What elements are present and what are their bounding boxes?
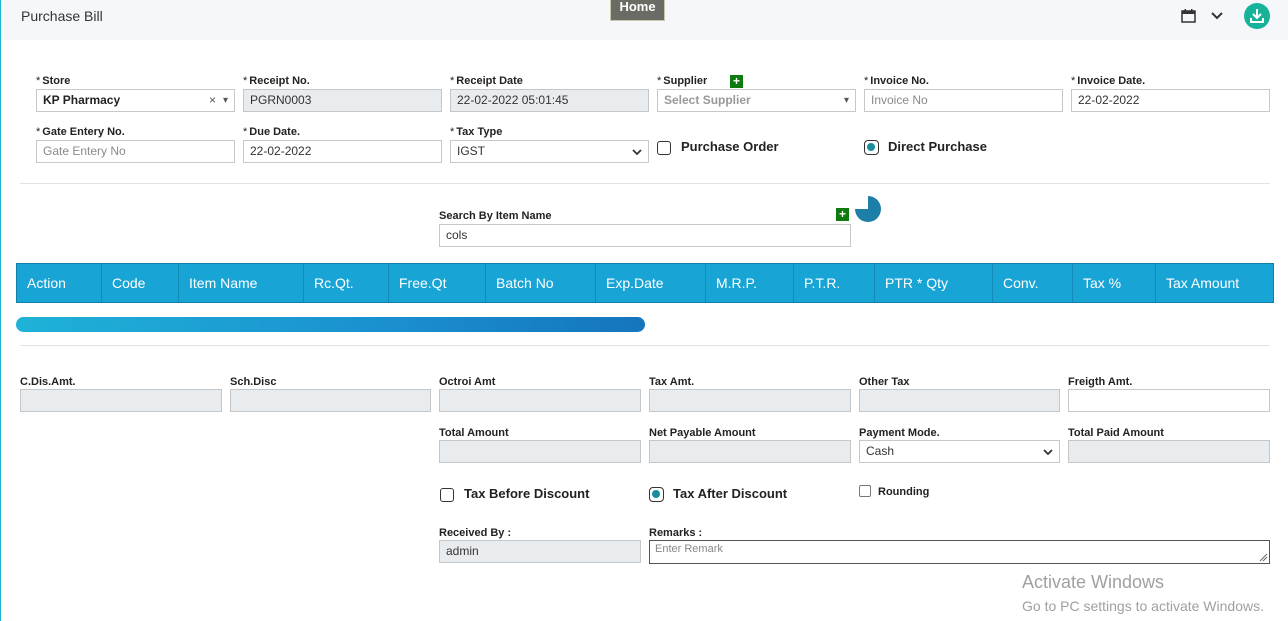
item-search-input[interactable]: cols bbox=[439, 224, 851, 247]
column-header-code: Code bbox=[102, 264, 179, 302]
received-by-label: Received By : bbox=[439, 527, 512, 539]
chevron-down-icon[interactable] bbox=[1210, 11, 1224, 21]
divider bbox=[20, 345, 1270, 346]
payment-mode-select[interactable]: Cash bbox=[859, 440, 1060, 463]
column-header-action: Action bbox=[17, 264, 102, 302]
tax-before-discount-checkbox[interactable] bbox=[440, 488, 454, 502]
page-header: Purchase Bill Home bbox=[1, 0, 1288, 40]
other-tax-field[interactable] bbox=[859, 389, 1060, 412]
column-header-ptr-qty: PTR * Qty bbox=[875, 264, 993, 302]
total-paid-label: Total Paid Amount bbox=[1068, 427, 1164, 439]
invoice-no-input[interactable]: Invoice No bbox=[864, 89, 1063, 112]
due-date-label: * Due Date. bbox=[243, 126, 301, 138]
search-label: Search By Item Name bbox=[439, 210, 552, 222]
total-amount-label: Total Amount bbox=[439, 427, 509, 439]
column-header-tax-percent: Tax % bbox=[1073, 264, 1156, 302]
column-header-mrp: M.R.P. bbox=[706, 264, 794, 302]
gate-entry-label: * Gate Entery No. bbox=[36, 126, 125, 138]
purchase-order-label: Purchase Order bbox=[681, 139, 779, 154]
tax-amt-field[interactable] bbox=[649, 389, 851, 412]
gate-entry-input[interactable]: Gate Entery No bbox=[36, 140, 235, 163]
supplier-select[interactable]: Select Supplier ▾ bbox=[657, 89, 856, 112]
page-title: Purchase Bill bbox=[21, 8, 103, 24]
total-amount-field[interactable] bbox=[439, 440, 641, 463]
clear-icon[interactable]: × bbox=[209, 90, 216, 111]
other-tax-label: Other Tax bbox=[859, 376, 910, 388]
freigth-amt-label: Freigth Amt. bbox=[1068, 376, 1133, 388]
loading-spinner-icon bbox=[855, 196, 881, 222]
payment-mode-label: Payment Mode. bbox=[859, 427, 940, 439]
column-header-batch-no: Batch No bbox=[486, 264, 596, 302]
c-dis-amt-field[interactable] bbox=[20, 389, 222, 412]
invoice-date-label: * Invoice Date. bbox=[1071, 75, 1146, 87]
store-select[interactable]: KP Pharmacy × ▾ bbox=[36, 89, 235, 112]
net-payable-label: Net Payable Amount bbox=[649, 427, 756, 439]
column-header-conv: Conv. bbox=[993, 264, 1073, 302]
column-header-free-qt: Free.Qt bbox=[389, 264, 486, 302]
resize-handle-icon[interactable] bbox=[1259, 553, 1268, 562]
remarks-textarea[interactable]: Enter Remark bbox=[649, 540, 1270, 564]
activate-windows-subtitle: Go to PC settings to activate Windows. bbox=[1022, 598, 1264, 614]
octroi-amt-label: Octroi Amt bbox=[439, 376, 496, 388]
invoice-date-input[interactable]: 22-02-2022 bbox=[1071, 89, 1270, 112]
sch-disc-field[interactable] bbox=[230, 389, 431, 412]
remarks-label: Remarks : bbox=[649, 527, 703, 539]
column-header-ptr: P.T.R. bbox=[794, 264, 875, 302]
add-supplier-button[interactable]: + bbox=[730, 75, 743, 88]
receipt-date-label: * Receipt Date bbox=[450, 75, 523, 87]
due-date-input[interactable]: 22-02-2022 bbox=[243, 140, 442, 163]
calendar-icon[interactable] bbox=[1181, 9, 1196, 23]
activate-windows-title: Activate Windows bbox=[1022, 572, 1165, 592]
tax-after-discount-radio[interactable] bbox=[649, 487, 664, 502]
receipt-no-field[interactable]: PGRN0003 bbox=[243, 89, 442, 112]
add-item-button[interactable]: + bbox=[836, 208, 849, 221]
direct-purchase-label: Direct Purchase bbox=[888, 139, 987, 154]
column-header-exp-date: Exp.Date bbox=[596, 264, 706, 302]
total-paid-field[interactable] bbox=[1068, 440, 1270, 463]
chevron-down-icon bbox=[1043, 449, 1053, 456]
divider bbox=[20, 183, 1270, 184]
store-label: * Store bbox=[36, 75, 71, 87]
tax-after-discount-label: Tax After Discount bbox=[673, 486, 788, 501]
octroi-amt-field[interactable] bbox=[439, 389, 641, 412]
receipt-no-label: * Receipt No. bbox=[243, 75, 310, 87]
rounding-label: Rounding bbox=[878, 486, 930, 498]
download-icon bbox=[1250, 9, 1264, 23]
tax-type-select[interactable]: IGST bbox=[450, 140, 649, 163]
download-button[interactable] bbox=[1244, 3, 1270, 29]
tax-type-label: * Tax Type bbox=[450, 126, 503, 138]
purchase-order-checkbox[interactable] bbox=[657, 141, 671, 155]
items-table-header: Action Code Item Name Rc.Qt. Free.Qt Bat… bbox=[16, 263, 1274, 303]
column-header-rc-qt: Rc.Qt. bbox=[304, 264, 389, 302]
column-header-tax-amount: Tax Amount bbox=[1166, 275, 1240, 291]
received-by-field[interactable]: admin bbox=[439, 540, 641, 563]
freigth-amt-input[interactable] bbox=[1068, 389, 1270, 412]
net-payable-field[interactable] bbox=[649, 440, 851, 463]
tax-before-discount-label: Tax Before Discount bbox=[464, 486, 590, 501]
chevron-down-icon: ▾ bbox=[843, 95, 849, 106]
left-accent-border bbox=[0, 0, 1, 621]
rounding-checkbox[interactable] bbox=[859, 485, 871, 497]
receipt-date-field[interactable]: 22-02-2022 05:01:45 bbox=[450, 89, 649, 112]
sch-disc-label: Sch.Disc bbox=[230, 376, 277, 388]
column-header-item-name: Item Name bbox=[179, 264, 304, 302]
invoice-no-label: * Invoice No. bbox=[864, 75, 929, 87]
chevron-down-icon bbox=[632, 149, 642, 156]
direct-purchase-radio[interactable] bbox=[864, 140, 879, 155]
supplier-label: * Supplier bbox=[657, 75, 708, 87]
tax-amt-label: Tax Amt. bbox=[649, 376, 695, 388]
horizontal-scrollbar[interactable] bbox=[16, 317, 645, 332]
chevron-down-icon: ▾ bbox=[222, 95, 228, 106]
home-tab[interactable]: Home bbox=[610, 0, 665, 21]
c-dis-amt-label: C.Dis.Amt. bbox=[20, 376, 76, 388]
